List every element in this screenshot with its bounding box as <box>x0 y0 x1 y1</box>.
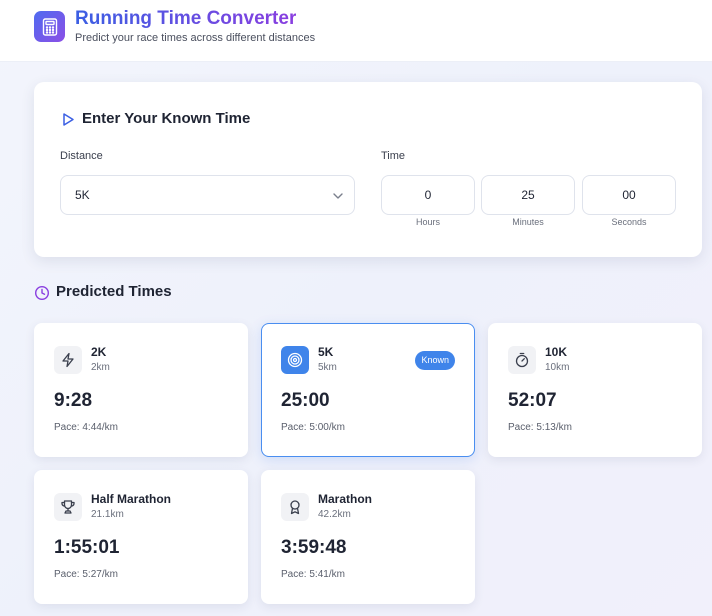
lightning-icon <box>54 346 82 374</box>
card-distance-km: 5km <box>318 362 337 373</box>
seconds-input[interactable] <box>582 175 676 215</box>
app-subtitle: Predict your race times across different… <box>75 32 316 44</box>
card-distance-km: 42.2km <box>318 509 351 520</box>
card-distance-name: Marathon <box>318 492 372 506</box>
time-label: Time <box>381 150 406 162</box>
distance-select-value: 5K <box>75 188 90 202</box>
predicted-times-title: Predicted Times <box>56 283 172 300</box>
prediction-card-half-marathon: Half Marathon 21.1km 1:55:01 Pace: 5:27/… <box>34 470 248 604</box>
app-title: Running Time Converter <box>75 8 297 29</box>
card-distance-km: 10km <box>545 362 570 373</box>
calculator-icon <box>34 11 65 42</box>
play-icon <box>61 112 75 127</box>
known-time-card: Enter Your Known Time Distance 5K Time H… <box>34 82 702 257</box>
prediction-card-10k: 10K 10km 52:07 Pace: 5:13/km <box>488 323 702 457</box>
prediction-card-2k: 2K 2km 9:28 Pace: 4:44/km <box>34 323 248 457</box>
chevron-down-icon <box>332 190 344 202</box>
card-predicted-time: 52:07 <box>508 390 557 411</box>
app-header: Running Time Converter Predict your race… <box>0 0 712 62</box>
distance-label: Distance <box>60 150 103 162</box>
card-predicted-time: 9:28 <box>54 390 93 411</box>
seconds-caption: Seconds <box>611 217 647 227</box>
minutes-caption: Minutes <box>512 217 544 227</box>
card-distance-name: 5K <box>318 345 334 359</box>
trophy-icon <box>54 493 82 521</box>
card-predicted-time: 1:55:01 <box>54 537 120 558</box>
hours-caption: Hours <box>415 217 440 227</box>
target-icon <box>281 346 309 374</box>
stopwatch-icon <box>508 346 536 374</box>
card-distance-name: Half Marathon <box>91 492 172 506</box>
distance-select[interactable]: 5K <box>60 175 355 215</box>
card-predicted-time: 3:59:48 <box>281 537 347 558</box>
known-badge: Known <box>415 351 455 370</box>
medal-icon <box>281 493 309 521</box>
card-pace: Pace: 5:41/km <box>281 569 345 580</box>
card-pace: Pace: 4:44/km <box>54 422 118 433</box>
card-pace: Pace: 5:27/km <box>54 569 118 580</box>
card-distance-km: 21.1km <box>91 509 124 520</box>
hours-input[interactable] <box>381 175 475 215</box>
prediction-card-marathon: Marathon 42.2km 3:59:48 Pace: 5:41/km <box>261 470 475 604</box>
card-distance-km: 2km <box>91 362 110 373</box>
prediction-card-5k: 5K 5km Known 25:00 Pace: 5:00/km <box>261 323 475 457</box>
clock-icon <box>34 285 50 301</box>
minutes-input[interactable] <box>481 175 575 215</box>
card-predicted-time: 25:00 <box>281 390 330 411</box>
card-pace: Pace: 5:13/km <box>508 422 572 433</box>
card-distance-name: 2K <box>91 345 107 359</box>
known-time-title: Enter Your Known Time <box>82 110 251 127</box>
card-pace: Pace: 5:00/km <box>281 422 345 433</box>
card-distance-name: 10K <box>545 345 568 359</box>
